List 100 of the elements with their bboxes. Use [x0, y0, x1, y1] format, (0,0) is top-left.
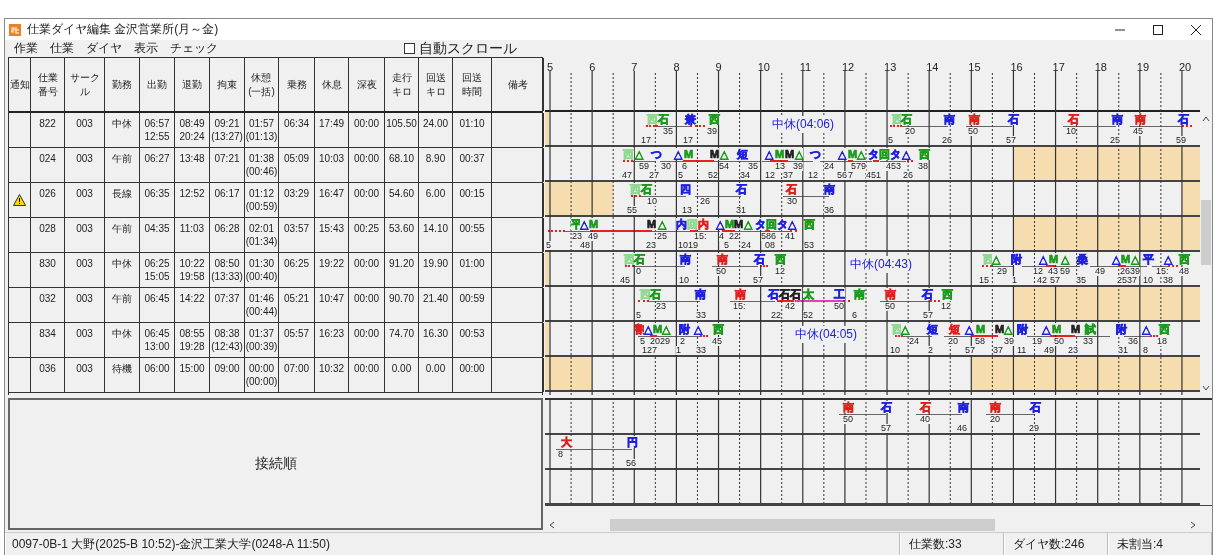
column-header: 回送キロ — [425, 70, 446, 99]
table-cell: 003 — [65, 183, 105, 217]
menu-item[interactable]: チェック — [164, 40, 224, 57]
time-label: 20 — [948, 337, 958, 346]
station-label: 西 — [775, 253, 786, 265]
time-label: 12 — [765, 171, 775, 180]
station-label: 石 — [901, 113, 912, 125]
time-label: 4 — [719, 232, 724, 241]
time-label: 50 — [716, 267, 726, 276]
time-label: 37 — [993, 346, 1003, 355]
time-label: 13 — [775, 162, 785, 171]
scrollbar-thumb[interactable] — [1201, 200, 1211, 265]
hour-label: 17 — [1052, 61, 1065, 73]
time-label: 50 — [1054, 337, 1064, 346]
menu-item[interactable]: 表示 — [128, 40, 164, 57]
time-label: 36 — [1128, 337, 1138, 346]
station-label: 石 — [779, 288, 790, 300]
table-cell: 午前 — [105, 148, 140, 182]
checkbox[interactable] — [404, 43, 415, 54]
column-header: 退勤 — [182, 77, 202, 92]
station-label: 石 — [658, 113, 669, 125]
time-label: 42 — [1037, 276, 1047, 285]
station-label: 石 — [1178, 113, 1189, 125]
time-label: 33 — [696, 311, 706, 320]
chevron-right-icon[interactable] — [1189, 521, 1197, 529]
time-label: 586 — [761, 232, 777, 241]
station-label: △ — [901, 323, 910, 335]
table-cell: 003 — [65, 113, 105, 147]
station-label: △ — [674, 148, 683, 160]
hour-label: 9 — [715, 61, 722, 73]
time-label: 5 — [724, 241, 729, 250]
table-cell: 90.70 — [385, 288, 419, 322]
status-text: 0097-0B-1 大野(2025-B 10:52)-金沢工業大学(0248-A 11:50) — [5, 533, 900, 555]
break-label: 中休(04:43) — [850, 256, 913, 273]
station-label: 南 — [854, 288, 865, 300]
time-label: 30 — [787, 197, 797, 206]
station-label: 石 — [922, 288, 933, 300]
maximize-icon[interactable] — [1153, 24, 1163, 35]
time-label: 49 — [1095, 267, 1105, 276]
table-cell: 中休 — [105, 323, 140, 357]
station-label: 石 — [736, 183, 747, 195]
trip-line — [783, 196, 829, 197]
table-cell: 午前 — [105, 218, 140, 252]
station-label: △ — [635, 148, 644, 160]
break-label: 中休(04:05) — [795, 326, 858, 343]
time-label: 10 — [679, 276, 689, 285]
table-cell: 00:55 — [453, 218, 492, 252]
time-label: 6 — [852, 311, 857, 320]
table-cell: 17:49 — [315, 113, 349, 147]
close-icon[interactable] — [1191, 24, 1201, 35]
time-label: 10 — [1066, 127, 1076, 136]
station-label: タ — [755, 218, 766, 230]
column-header: 休息 — [321, 77, 342, 92]
time-label: 23 — [572, 232, 582, 241]
hour-label: 7 — [631, 61, 638, 73]
table-cell: 11:03 — [175, 218, 210, 252]
station-label: 附 — [679, 323, 690, 335]
table-cell: 07:21 — [210, 148, 245, 182]
time-label: 1019 — [678, 241, 699, 250]
time-label: 57 — [753, 276, 763, 285]
station-label: △ — [1142, 323, 1151, 335]
time-label: 18 — [1157, 337, 1167, 346]
station-label: 回 — [766, 218, 777, 230]
station-label: 石 — [634, 253, 645, 265]
hour-label: 16 — [1010, 61, 1023, 73]
time-label: 19 — [1032, 337, 1042, 346]
chevron-down-icon[interactable] — [1202, 384, 1210, 392]
menu-item[interactable]: 仕業 — [44, 40, 80, 57]
station-label: 大 — [561, 436, 572, 448]
menu-item[interactable]: ダイヤ — [80, 40, 128, 57]
station-label: △ — [902, 148, 911, 160]
station-label: △ — [1004, 323, 1013, 335]
table-cell: 0.00 — [385, 358, 419, 392]
station-label: △ — [1042, 323, 1051, 335]
time-label: 59 — [1176, 136, 1186, 145]
time-label: 8 — [1143, 346, 1148, 355]
time-label: 10 — [1143, 276, 1153, 285]
station-label: 南 — [969, 113, 980, 125]
scrollbar-thumb[interactable] — [610, 519, 995, 531]
column-header: 乗務 — [286, 77, 307, 92]
table-cell: 06:28 — [210, 218, 245, 252]
station-label: △ — [788, 218, 797, 230]
station-label: △ — [1131, 253, 1140, 265]
station-label: △ — [644, 323, 653, 335]
shaded-block — [545, 182, 613, 215]
station-label: 回 — [879, 148, 890, 160]
hour-label: 20 — [1178, 61, 1192, 73]
time-label: 35 — [1076, 276, 1086, 285]
column-header: 勤務 — [112, 77, 132, 92]
station-label: タ — [890, 148, 901, 160]
station-label: 附 — [1011, 253, 1022, 265]
column-header: 回送時間 — [461, 70, 483, 99]
chevron-up-icon[interactable] — [1202, 115, 1210, 123]
checkbox-label[interactable]: 自動スクロール — [419, 39, 517, 58]
station-label: 工 — [834, 288, 845, 300]
app-icon — [9, 23, 21, 36]
menu-item[interactable]: 作業 — [8, 40, 44, 57]
chevron-left-icon[interactable] — [548, 521, 556, 529]
table-cell: 10:03 — [315, 148, 349, 182]
time-label: 58 — [975, 337, 985, 346]
